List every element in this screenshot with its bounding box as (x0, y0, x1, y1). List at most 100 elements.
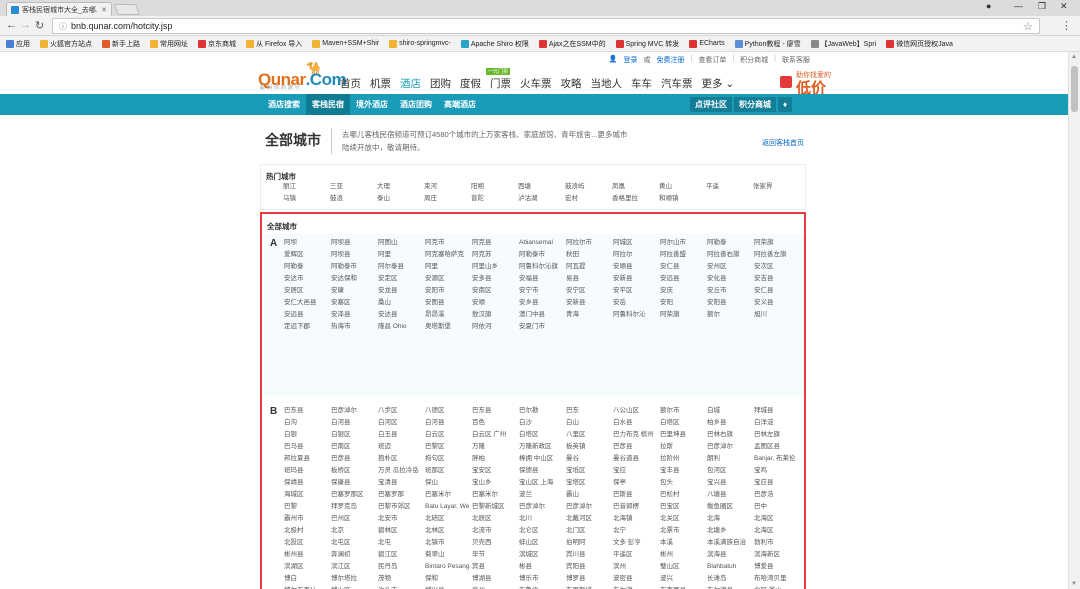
city-link[interactable]: 安远县 (284, 310, 331, 320)
login-link[interactable]: 登录 (624, 55, 638, 65)
city-link[interactable]: 宝山区 上海 (519, 478, 566, 488)
city-link[interactable]: 阿依河 (472, 322, 519, 332)
city-link[interactable]: 安仁县 (754, 286, 801, 296)
city-link[interactable]: 滨海县 (707, 550, 754, 560)
city-link[interactable]: 北票市 (660, 526, 707, 536)
nav-item[interactable]: 机票 (370, 76, 391, 91)
city-link[interactable]: 阿鲁科尔沁 (613, 310, 660, 320)
city-link[interactable]: 菊翠山 (425, 550, 472, 560)
city-link[interactable]: 澳门中县 (519, 310, 566, 320)
city-link[interactable]: 宾阳县 (566, 562, 613, 572)
city-link[interactable]: 安图县 (425, 298, 472, 308)
reload-icon[interactable]: ↻ (35, 19, 44, 32)
city-link[interactable]: 丽江 (283, 182, 330, 192)
city-link[interactable]: 安宁区 (566, 286, 613, 296)
subnav-tab[interactable]: 客栈民宿 (306, 94, 350, 115)
bookmark-item[interactable]: 京东商城 (198, 39, 236, 49)
city-link[interactable]: 北海区 (754, 514, 801, 524)
city-link[interactable]: 阿尔山市 (660, 238, 707, 248)
city-link[interactable]: 柏乡县 (707, 418, 754, 428)
city-link[interactable]: 北海区 (754, 526, 801, 536)
city-link[interactable]: 安源区 (425, 274, 472, 284)
city-link[interactable]: 八德区 (425, 406, 472, 416)
bookmark-item[interactable]: ECharts (689, 39, 725, 48)
city-link[interactable]: 乌镇 (283, 194, 330, 204)
city-link[interactable]: 鲅鱼圈区 (707, 502, 754, 512)
bookmark-item[interactable]: Apache Shiro 权限 (460, 39, 529, 49)
city-link[interactable]: 安居区 (284, 286, 331, 296)
bookmark-item[interactable]: 微信网页授权Java (886, 39, 953, 49)
city-link[interactable]: 拉阶州 (660, 454, 707, 464)
city-link[interactable]: 宝山乡 (472, 478, 519, 488)
city-link[interactable]: 阿勒泰 (707, 238, 754, 248)
city-link[interactable]: 巴塞米尔 (472, 490, 519, 500)
city-link[interactable]: 巴音郭楞 (613, 502, 660, 512)
city-link[interactable]: 热海市 (331, 322, 378, 332)
city-link[interactable]: 包河区 (707, 466, 754, 476)
city-link[interactable]: 香格里拉 (612, 194, 659, 204)
city-link[interactable]: 安阳县 (707, 298, 754, 308)
nav-item[interactable]: 首页 (340, 76, 361, 91)
register-link[interactable]: 免费注册 (657, 55, 685, 65)
city-link[interactable]: 保亭 (613, 478, 660, 488)
city-link[interactable]: 奥塔斯堡 (425, 322, 472, 332)
city-link[interactable]: 三亚 (330, 182, 377, 192)
city-link[interactable]: 安夏门市 (519, 322, 566, 332)
city-link[interactable]: 勃利市 (754, 538, 801, 548)
city-link[interactable]: 巴尔勘 (519, 406, 566, 416)
city-link[interactable]: 阿坝 (284, 238, 331, 248)
city-link[interactable]: 巴南区 (331, 442, 378, 452)
city-link[interactable]: 束河 (424, 182, 471, 192)
scroll-thumb[interactable] (1071, 66, 1078, 112)
city-link[interactable]: 敖汉旗 (472, 310, 519, 320)
city-link[interactable]: 白云区 (425, 430, 472, 440)
city-link[interactable]: 长滩岛 (707, 574, 754, 584)
city-link[interactable]: 滨城区 (519, 550, 566, 560)
city-link[interactable]: 巴州区 (331, 514, 378, 524)
city-link[interactable]: 彬县 (519, 562, 566, 572)
city-link[interactable]: 巴东县 (284, 406, 331, 416)
city-link[interactable]: 保靖县 (284, 478, 331, 488)
city-link[interactable]: 安福县 (519, 274, 566, 284)
city-link[interactable]: 安达市 (284, 274, 331, 284)
subnav-tab[interactable]: 境外酒店 (350, 94, 394, 115)
city-link[interactable]: 阿里山乡 (472, 262, 519, 272)
bookmark-item[interactable]: Spring MVC 转发 (615, 39, 679, 49)
city-link[interactable]: 北海镇 (613, 514, 660, 524)
city-link[interactable]: 北安市 (378, 514, 425, 524)
city-link[interactable]: 阿坝县 (331, 238, 378, 248)
close-tab-icon[interactable]: ✕ (101, 6, 107, 14)
promo-banner[interactable]: 助你找爱的 低价 (780, 70, 850, 97)
city-link[interactable]: 宝应 (613, 466, 660, 476)
city-link[interactable]: 白河县 (425, 418, 472, 428)
city-link[interactable]: 安庆 (660, 286, 707, 296)
city-link[interactable]: 白云区 广州 (472, 430, 519, 440)
city-link[interactable]: 安顺 (472, 298, 519, 308)
city-link[interactable]: 碧江区 (378, 550, 425, 560)
city-link[interactable]: 阿克塞哈萨克 (425, 250, 472, 260)
city-link[interactable]: 滨州 (613, 562, 660, 572)
city-link[interactable]: 阿拉善右旗 (707, 250, 754, 260)
city-link[interactable]: 大理 (377, 182, 424, 192)
city-link[interactable]: 朗利 (707, 454, 754, 464)
city-link[interactable]: 桑山 (378, 298, 425, 308)
city-link[interactable]: 巴宝区 (660, 502, 707, 512)
city-link[interactable]: 拉斯 (660, 442, 707, 452)
city-link[interactable]: 霸州市 (284, 514, 331, 524)
city-link[interactable]: 北仑区 (519, 526, 566, 536)
city-link[interactable]: 昂昂溪 (425, 310, 472, 320)
city-link[interactable]: 霸山 (566, 490, 613, 500)
city-link[interactable]: 北海 (707, 514, 754, 524)
city-link[interactable]: 平遥 (706, 182, 753, 192)
city-link[interactable]: 张家界 (753, 182, 800, 192)
city-link[interactable]: 安义县 (754, 298, 801, 308)
city-link[interactable]: 白银 (284, 430, 331, 440)
nav-item[interactable]: 车车 (631, 76, 652, 91)
city-link[interactable]: 阿勒泰市 (331, 262, 378, 272)
city-link[interactable]: 巴彦淖尔 (519, 502, 566, 512)
nav-item[interactable]: 酒店 (400, 76, 421, 91)
bookmark-item[interactable]: 从 Firefox 导入 (246, 39, 302, 49)
city-link[interactable]: 布哈湾贝里 (754, 574, 801, 584)
city-link[interactable]: 白沙 (519, 418, 566, 428)
city-link[interactable]: 蚌山区 (519, 538, 566, 548)
